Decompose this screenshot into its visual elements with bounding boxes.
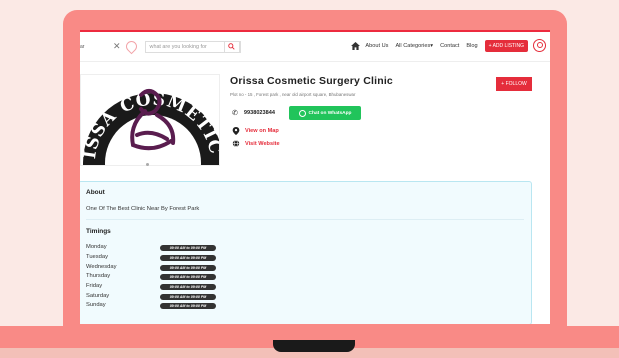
timing-day: Sunday — [86, 302, 106, 308]
nav-all-categories-label: All Categories — [395, 42, 431, 49]
timings-heading: Timings — [86, 228, 111, 235]
about-heading: About — [86, 189, 105, 196]
user-account-icon[interactable] — [533, 39, 546, 52]
add-listing-button[interactable]: + ADD LISTING — [484, 39, 528, 52]
nav-blog[interactable]: Blog — [466, 43, 477, 49]
clear-location-icon[interactable]: ✕ — [113, 41, 121, 52]
timing-hours: 09:00 AM to 09:00 PM — [160, 255, 216, 261]
search-icon — [228, 43, 235, 50]
timing-day: Tuesday — [86, 254, 109, 260]
view-on-map-label: View on Map — [245, 128, 279, 134]
whatsapp-label: Chat on WhatsApp — [308, 110, 352, 116]
search-button[interactable] — [223, 40, 240, 53]
nav-contact[interactable]: Contact — [440, 43, 459, 49]
search-input[interactable]: what are you looking for — [144, 40, 241, 53]
site-header: ar ✕ what are you looking for About Us A… — [80, 30, 550, 62]
details-card — [80, 181, 532, 324]
laptop-notch — [273, 340, 355, 352]
whatsapp-icon — [298, 109, 306, 117]
search-placeholder: what are you looking for — [149, 43, 207, 50]
carousel-dot[interactable] — [146, 163, 149, 166]
timing-hours: 09:00 AM to 09:00 PM — [160, 294, 216, 300]
timing-hours: 09:00 AM to 09:00 PM — [160, 284, 216, 290]
timing-hours: 09:00 AM to 09:00 PM — [160, 245, 216, 251]
home-icon[interactable] — [351, 41, 361, 50]
chevron-down-icon: ▾ — [430, 42, 434, 49]
location-input[interactable]: ar — [80, 44, 111, 50]
nav-about-us[interactable]: About Us — [365, 43, 388, 49]
section-divider — [86, 219, 524, 220]
clinic-logo-image: ISSA COSMETIC SURGERY CLINIC — [81, 75, 219, 165]
view-on-map-link[interactable]: View on Map — [232, 127, 279, 135]
phone-row[interactable]: ✆ 9938023844 — [232, 109, 275, 117]
timing-day: Monday — [86, 244, 107, 250]
location-pin-icon[interactable] — [123, 38, 139, 55]
browser-screen: ar ✕ what are you looking for About Us A… — [80, 30, 550, 324]
timing-day: Friday — [86, 283, 103, 289]
phone-number: 9938023844 — [243, 110, 275, 116]
main-nav: About Us All Categories▾ Contact Blog + … — [351, 39, 546, 52]
timing-day: Thursday — [86, 273, 111, 279]
phone-icon: ✆ — [232, 110, 238, 117]
globe-icon — [232, 140, 240, 147]
timing-day: Saturday — [86, 293, 110, 299]
listing-title: Orissa Cosmetic Surgery Clinic — [230, 75, 393, 87]
clinic-logo: ISSA COSMETIC SURGERY CLINIC — [80, 74, 220, 166]
whatsapp-button[interactable]: Chat on WhatsApp — [289, 106, 361, 120]
timing-hours: 09:00 AM to 09:00 PM — [160, 303, 216, 309]
timing-hours: 09:00 AM to 09:00 PM — [160, 274, 216, 280]
map-pin-icon — [232, 127, 240, 135]
about-text: One Of The Best Clinic Near By Forest Pa… — [86, 206, 200, 212]
visit-website-link[interactable]: Visit Website — [232, 140, 280, 147]
timing-hours: 09:00 AM to 09:00 PM — [160, 265, 216, 271]
nav-all-categories[interactable]: All Categories▾ — [395, 43, 433, 49]
follow-button[interactable]: + FOLLOW — [496, 77, 532, 91]
visit-website-label: Visit Website — [245, 140, 280, 147]
listing-address: Plot no - 15 , Forest park , near old ai… — [230, 92, 356, 97]
timing-day: Wednesday — [86, 264, 117, 270]
